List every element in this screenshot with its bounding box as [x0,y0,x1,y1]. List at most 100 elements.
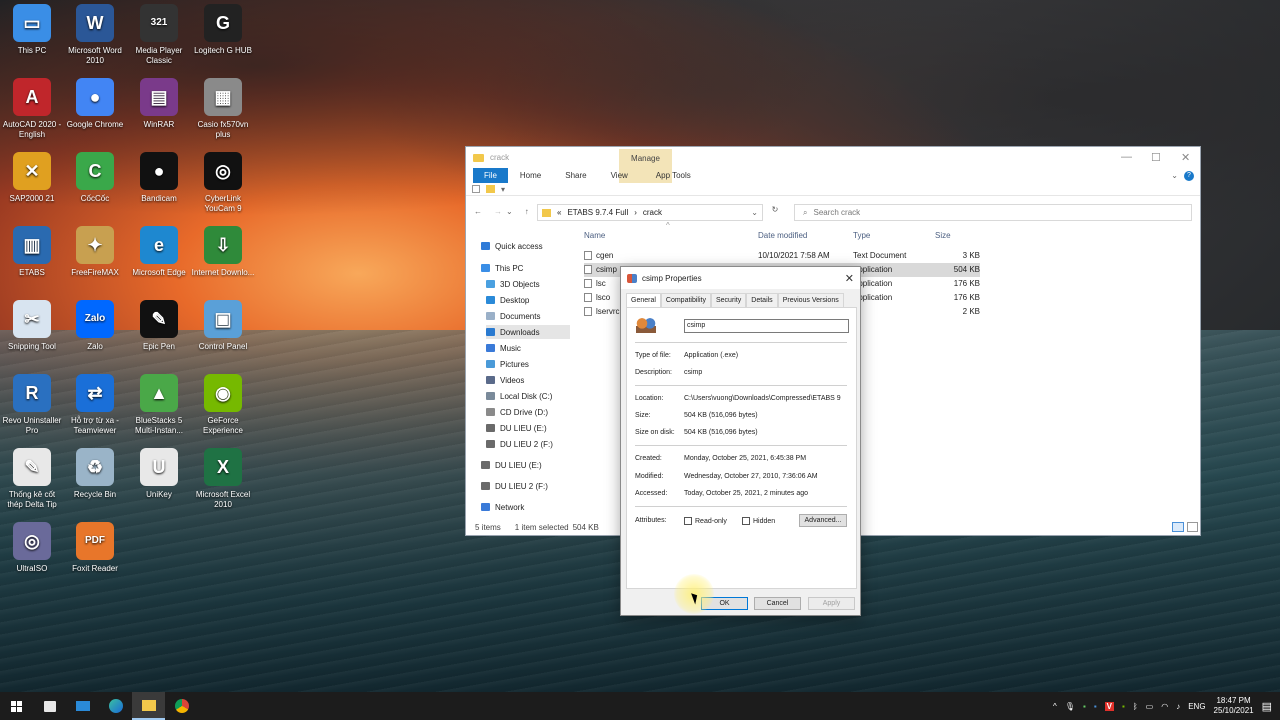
minimize-icon[interactable]: — [1121,151,1132,163]
breadcrumb-etabs[interactable]: ETABS 9.7.4 Full [567,208,628,217]
desktop-shortcut[interactable]: ⇩ Internet Downlo... [191,226,255,278]
nav-item[interactable]: CD Drive (D:) [486,405,548,419]
nav-item[interactable]: Documents [486,309,540,323]
desktop-shortcut[interactable]: ✦ FreeFireMAX [63,226,127,278]
location-value[interactable]: C:\Users\vuong\Downloads\Compressed\ETAB… [684,395,841,402]
readonly-check-box[interactable] [684,517,692,525]
nav-item[interactable]: DU LIEU 2 (F:) [486,437,553,451]
chrome-button[interactable] [165,692,198,720]
large-icons-view-icon[interactable] [1187,522,1198,532]
nav-item[interactable]: 3D Objects [486,277,540,291]
address-dropdown-icon[interactable]: ⌄ [751,208,758,217]
tab-view[interactable]: View [599,171,640,180]
breadcrumb-crack[interactable]: crack [643,208,662,217]
details-view-icon[interactable] [1172,522,1184,532]
tab-details[interactable]: Details [746,293,778,307]
new-folder-icon[interactable] [486,185,495,193]
nav-item[interactable]: Desktop [486,293,529,307]
close-icon[interactable]: ✕ [845,272,854,285]
hidden-check-box[interactable] [742,517,750,525]
network-tray-icon[interactable]: ▪ [1083,702,1086,711]
mail-button[interactable] [66,692,99,720]
desktop-shortcut[interactable]: ▭ This PC [0,4,64,56]
nav-item[interactable]: Music [486,341,521,355]
nvidia-tray-icon[interactable]: ▪ [1122,702,1125,711]
desktop-shortcut[interactable]: Zalo Zalo [63,300,127,352]
nav-item[interactable]: DU LIEU (E:) [481,458,542,472]
up-icon[interactable]: ↑ [525,207,529,216]
breadcrumb-overflow[interactable]: « [557,208,561,217]
desktop-shortcut[interactable]: ◎ CyberLink YouCam 9 [191,152,255,214]
nav-item[interactable]: DU LIEU (E:) [486,421,547,435]
desktop-shortcut[interactable]: W Microsoft Word 2010 [63,4,127,66]
column-date-modified[interactable]: Date modified [758,231,807,240]
language-indicator[interactable]: ENG [1188,702,1205,711]
wifi-icon[interactable]: ◠ [1161,702,1168,711]
start-button[interactable] [0,692,33,720]
nav-item[interactable]: Videos [486,373,524,387]
customize-qat-icon[interactable]: ▾ [501,185,505,194]
battery-icon[interactable]: ▭ [1146,702,1154,711]
back-icon[interactable]: ← [474,207,482,216]
file-explorer-button[interactable] [132,692,165,720]
apply-button[interactable]: Apply [808,597,855,610]
tab-security[interactable]: Security [710,293,747,307]
desktop-shortcut[interactable]: ◎ UltraISO [0,522,64,574]
bluetooth-icon[interactable]: ᛒ [1133,702,1138,711]
desktop-shortcut[interactable]: ▥ ETABS [0,226,64,278]
address-bar[interactable]: « ETABS 9.7.4 Full › crack ⌄ [537,204,763,221]
forward-icon[interactable]: → [494,207,502,216]
desktop-shortcut[interactable]: ♻ Recycle Bin [63,448,127,500]
clock[interactable]: 18:47 PM 25/10/2021 [1214,696,1254,716]
desktop-shortcut[interactable]: X Microsoft Excel 2010 [191,448,255,510]
notification-icon[interactable]: ▤ [1262,700,1272,713]
desktop-shortcut[interactable]: C CốcCốc [63,152,127,204]
refresh-icon[interactable]: ↻ [767,205,783,221]
advanced-button[interactable]: Advanced... [799,514,847,527]
desktop-shortcut[interactable]: ✎ Epic Pen [127,300,191,352]
desktop-shortcut[interactable]: U UniKey [127,448,191,500]
desktop-shortcut[interactable]: ⇄ Hỗ trợ từ xa - Teamviewer [63,374,127,436]
file-row[interactable]: cgen 10/10/2021 7:58 AM Text Document 3 KB [584,249,980,263]
volume-icon[interactable]: ♪ [1176,702,1180,711]
search-input[interactable]: ⌕ Search crack [794,204,1192,221]
checkbox-icon[interactable] [472,185,480,193]
tab-home[interactable]: Home [508,171,553,180]
vietnamese-input-icon[interactable]: V [1104,701,1114,711]
desktop-shortcut[interactable]: R Revo Uninstaller Pro [0,374,64,436]
tab-compatibility[interactable]: Compatibility [660,293,711,307]
recent-locations-icon[interactable]: ⌄ [506,207,513,216]
microphone-icon[interactable]: 🎙 [1065,702,1075,711]
explorer-title-bar[interactable]: crack — ☐ ✕ [466,147,1200,168]
close-icon[interactable]: ✕ [1181,151,1190,164]
hidden-checkbox[interactable]: Hidden [742,517,775,525]
nav-item[interactable]: Local Disk (C:) [486,389,552,403]
tab-general[interactable]: General [626,293,661,307]
nav-item[interactable]: Quick access [481,239,543,253]
desktop-shortcut[interactable]: PDF Foxit Reader [63,522,127,574]
desktop-shortcut[interactable]: G Logitech G HUB [191,4,255,56]
store-button[interactable] [33,692,66,720]
maximize-icon[interactable]: ☐ [1151,151,1161,164]
edge-button[interactable] [99,692,132,720]
tab-share[interactable]: Share [553,171,598,180]
nav-item[interactable]: Pictures [486,357,529,371]
dialog-title-bar[interactable]: csimp Properties ✕ [621,267,860,289]
column-name[interactable]: Name [584,231,605,240]
nav-item[interactable]: This PC [481,261,523,275]
tab-app-tools[interactable]: App Tools [644,171,703,180]
nav-item[interactable]: Downloads [486,325,570,339]
column-size[interactable]: Size [935,231,951,240]
desktop-shortcut[interactable]: ▤ WinRAR [127,78,191,130]
desktop-shortcut[interactable]: 321 Media Player Classic [127,4,191,66]
desktop-shortcut[interactable]: A AutoCAD 2020 - English [0,78,64,140]
desktop-shortcut[interactable]: ● Google Chrome [63,78,127,130]
ribbon-expand-icon[interactable]: ⌄ [1171,171,1178,180]
tab-previous-versions[interactable]: Previous Versions [777,293,844,307]
desktop-shortcut[interactable]: ✂ Snipping Tool [0,300,64,352]
nav-item[interactable]: DU LIEU 2 (F:) [481,479,548,493]
file-name-field[interactable]: csimp [684,319,849,333]
desktop-shortcut[interactable]: e Microsoft Edge [127,226,191,278]
readonly-checkbox[interactable]: Read-only [684,517,727,525]
desktop-shortcut[interactable]: ◉ GeForce Experience [191,374,255,436]
